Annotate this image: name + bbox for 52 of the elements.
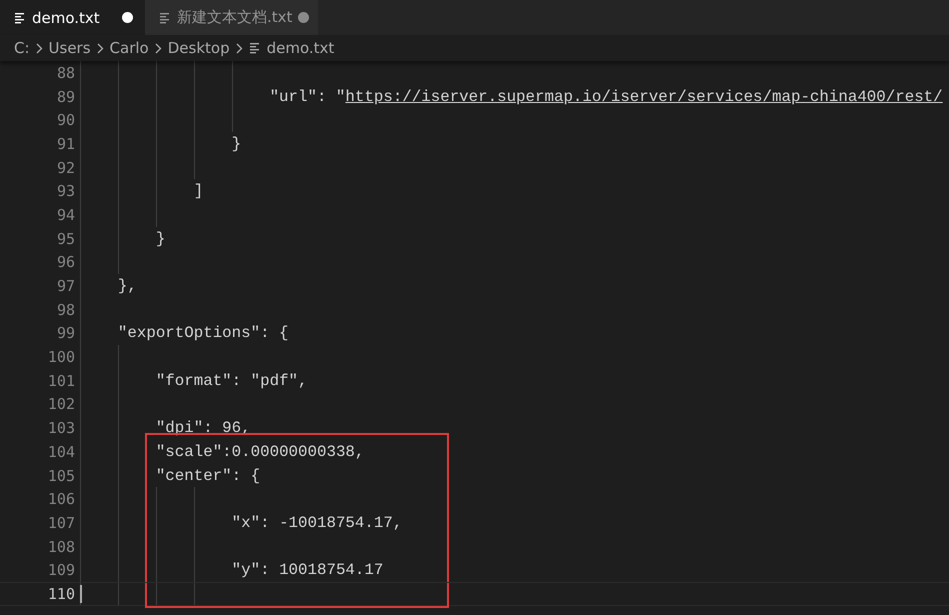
line-number: 99 bbox=[56, 324, 75, 342]
line-number: 90 bbox=[56, 111, 75, 130]
code-line: "format": "pdf", bbox=[156, 372, 308, 390]
code-line: "y": 10018754.17 bbox=[232, 561, 384, 580]
line-number: 109 bbox=[46, 561, 75, 580]
line-number: 94 bbox=[56, 206, 75, 224]
file-lines-icon bbox=[159, 12, 171, 24]
line-number: 100 bbox=[46, 348, 75, 366]
code-line: "dpi": 96, bbox=[156, 419, 251, 438]
breadcrumb-item[interactable]: Users bbox=[48, 39, 91, 57]
code-line: "scale":0.00000000338, bbox=[156, 442, 364, 461]
breadcrumb-item[interactable]: Carlo bbox=[110, 39, 149, 57]
line-number: 92 bbox=[56, 158, 75, 177]
chevron-right-icon bbox=[36, 42, 43, 54]
line-number: 98 bbox=[56, 300, 75, 319]
code-line: "x": -10018754.17, bbox=[232, 514, 402, 532]
line-number: 93 bbox=[56, 182, 75, 200]
line-number: 89 bbox=[56, 88, 75, 106]
chevron-right-icon bbox=[154, 42, 162, 54]
file-lines-icon bbox=[248, 42, 261, 54]
file-lines-icon bbox=[14, 12, 26, 24]
code-line: ] bbox=[194, 182, 204, 200]
breadcrumb-file[interactable]: demo.txt bbox=[248, 39, 334, 57]
file-tab[interactable]: demo.txt bbox=[0, 0, 145, 35]
line-number: 110 bbox=[46, 584, 75, 603]
code-line: "url": "https://iserver.supermap.io/iserver/services/map-china400/rest/ bbox=[270, 88, 943, 106]
line-number: 107 bbox=[46, 514, 75, 532]
breadcrumb-label: demo.txt bbox=[266, 39, 334, 57]
text-cursor bbox=[80, 585, 82, 603]
line-number: 104 bbox=[46, 442, 75, 461]
line-number: 91 bbox=[56, 134, 75, 153]
line-number: 105 bbox=[46, 466, 75, 485]
line-number: 101 bbox=[46, 372, 75, 390]
breadcrumb-item[interactable]: Desktop bbox=[168, 39, 230, 57]
file-tab[interactable]: 新建文本文档.txt bbox=[145, 0, 318, 35]
line-number: 88 bbox=[56, 64, 75, 82]
code-line: } bbox=[156, 230, 166, 248]
chevron-right-icon bbox=[96, 42, 104, 54]
line-number: 108 bbox=[46, 538, 75, 556]
url-link[interactable]: https://iserver.supermap.io/iserver/services/map-china400/rest/ bbox=[345, 88, 943, 106]
line-number: 106 bbox=[46, 490, 75, 508]
line-number: 97 bbox=[56, 277, 75, 296]
breadcrumb-item[interactable]: C: bbox=[14, 39, 30, 57]
chevron-right-icon bbox=[236, 42, 243, 54]
line-number: 96 bbox=[56, 253, 75, 272]
line-number: 103 bbox=[46, 419, 75, 438]
line-number: 102 bbox=[46, 395, 75, 414]
line-number: 95 bbox=[56, 230, 75, 248]
code-line: } bbox=[232, 134, 242, 153]
code-line: }, bbox=[118, 277, 137, 296]
code-line: "center": { bbox=[156, 466, 260, 485]
code-line: "exportOptions": { bbox=[118, 324, 289, 342]
